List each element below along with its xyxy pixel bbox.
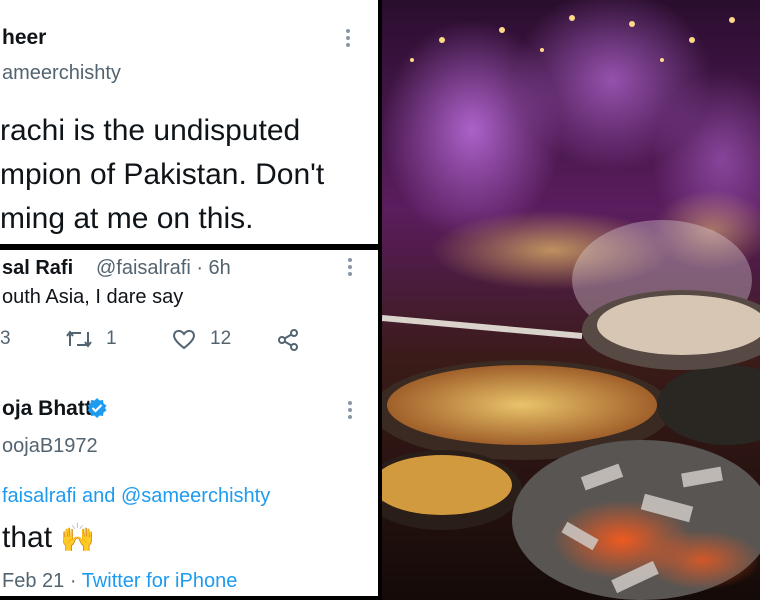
reply-actions: 3: [0, 328, 11, 350]
verified-icon: [86, 397, 108, 419]
reply-to-mentions[interactable]: faisalrafi and @sameerchishty: [2, 485, 270, 508]
reply-text: outh Asia, I dare say: [2, 286, 184, 308]
tweet-text: that 🙌: [2, 521, 95, 555]
more-icon[interactable]: [346, 29, 350, 47]
tweet-source-link[interactable]: Twitter for iPhone: [82, 570, 238, 592]
tweet-date: Feb 21 · Twitter for iPhone: [2, 570, 238, 592]
food-photo: [382, 0, 760, 600]
tweet-author-handle[interactable]: oojaB1972: [2, 435, 98, 458]
retweet-count: 1: [106, 328, 117, 349]
retweet-icon: [66, 328, 92, 350]
tweet-author-name[interactable]: oja Bhatt: [2, 397, 92, 421]
like-count: 12: [210, 328, 232, 349]
share-icon[interactable]: [276, 328, 300, 352]
reply-author-name[interactable]: sal Rafi: [2, 257, 73, 280]
tweet-card-bottom: sal Rafi @faisalrafi · 6h outh Asia, I d…: [0, 250, 378, 596]
tweet-text-line-2: mpion of Pakistan. Don't: [0, 158, 325, 191]
more-icon[interactable]: [348, 401, 352, 419]
reply-count[interactable]: 3: [0, 328, 11, 350]
retweet-button[interactable]: 1: [66, 328, 117, 350]
tweet-card-top: heer ameerchishty rachi is the undispute…: [0, 0, 378, 244]
tweet-text-line-1: rachi is the undisputed: [0, 114, 301, 147]
heart-icon: [172, 328, 196, 350]
like-button[interactable]: 12: [172, 328, 231, 350]
raised-hands-emoji: 🙌: [60, 522, 96, 553]
more-icon[interactable]: [348, 258, 352, 276]
tweet-author-handle[interactable]: ameerchishty: [2, 62, 121, 85]
reply-meta: @faisalrafi · 6h: [96, 257, 231, 279]
tweet-text-body: that: [2, 521, 53, 554]
tweet-date-text: Feb 21: [2, 570, 65, 592]
food-photo-illustration: [382, 0, 760, 600]
tweet-author-name[interactable]: heer: [2, 26, 46, 50]
tweet-text-line-3: ming at me on this.: [0, 202, 254, 235]
